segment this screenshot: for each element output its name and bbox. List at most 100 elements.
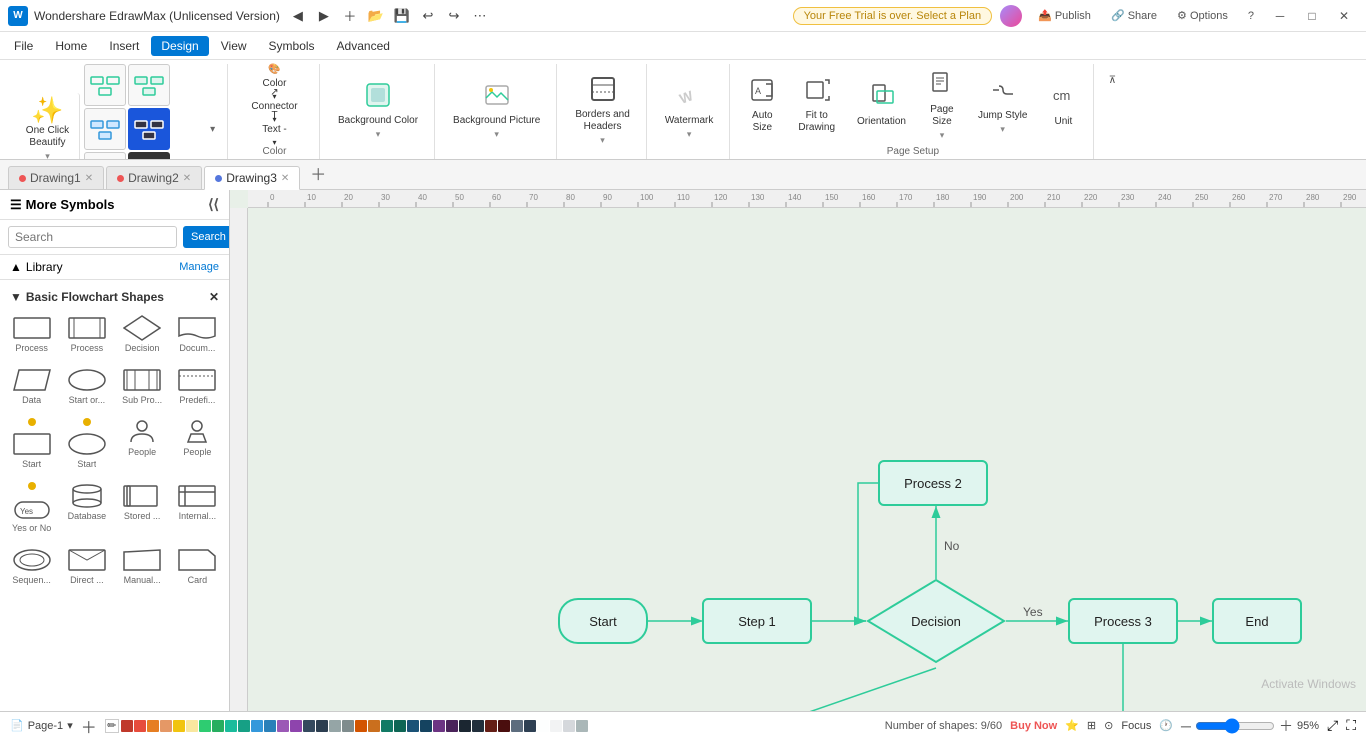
color-swatch[interactable] <box>329 720 341 732</box>
tab-drawing3[interactable]: Drawing3 ✕ <box>204 166 300 190</box>
menu-advanced[interactable]: Advanced <box>327 36 400 56</box>
color-swatch[interactable] <box>212 720 224 732</box>
node-process3[interactable]: Process 3 <box>1068 598 1178 644</box>
shape-card[interactable]: Card <box>172 542 223 590</box>
jump-style-btn[interactable]: Jump Style ▾ <box>970 72 1035 139</box>
shape-stored[interactable]: Stored ... <box>117 478 168 538</box>
color-swatch[interactable] <box>173 720 185 732</box>
redo-btn[interactable]: ↪ <box>442 4 466 28</box>
menu-home[interactable]: Home <box>45 36 97 56</box>
diagram-canvas[interactable]: No Yes Start <box>248 208 1366 711</box>
shape-document[interactable]: Docum... <box>172 310 223 358</box>
new-file-btn[interactable]: ＋ <box>338 4 362 28</box>
shape-sequence[interactable]: Sequen... <box>6 542 57 590</box>
section-close-icon[interactable]: ✕ <box>209 290 219 304</box>
close-btn[interactable]: ✕ <box>1330 6 1358 26</box>
menu-file[interactable]: File <box>4 36 43 56</box>
tab-close-1[interactable]: ✕ <box>85 173 93 184</box>
shape-direct[interactable]: Direct ... <box>61 542 112 590</box>
color-swatch[interactable] <box>355 720 367 732</box>
user-avatar[interactable] <box>1000 5 1022 27</box>
ribbon-collapse-btn[interactable]: ⊼ <box>1100 68 1124 92</box>
shape-people2[interactable]: People <box>172 414 223 474</box>
color-swatch[interactable] <box>498 720 510 732</box>
shape-start1[interactable]: Start <box>6 414 57 474</box>
zoom-out-btn[interactable]: ─ <box>1181 718 1191 734</box>
auto-size-btn[interactable]: A AutoSize <box>740 72 784 138</box>
shape-sub-process[interactable]: Sub Pro... <box>117 362 168 410</box>
theme-btn-5[interactable] <box>84 152 126 159</box>
orientation-btn[interactable]: Orientation <box>849 78 914 132</box>
search-button[interactable]: Search <box>183 226 230 248</box>
color-swatch[interactable] <box>147 720 159 732</box>
share-btn[interactable]: 🔗 Share <box>1103 6 1165 26</box>
bg-picture-btn[interactable]: Background Picture ▾ <box>445 77 548 144</box>
more-actions-btn[interactable]: ⋯ <box>468 4 492 28</box>
shape-yes-no[interactable]: Yes Yes or No <box>6 478 57 538</box>
color-swatch[interactable] <box>199 720 211 732</box>
zoom-in-btn[interactable]: ＋ <box>1279 716 1293 736</box>
color-swatch[interactable] <box>407 720 419 732</box>
color-swatch[interactable] <box>563 720 575 732</box>
undo-btn[interactable]: ↩ <box>416 4 440 28</box>
color-swatch[interactable] <box>420 720 432 732</box>
minimize-btn[interactable]: ─ <box>1266 6 1294 26</box>
text-btn[interactable]: T Text - ▾ <box>247 117 301 139</box>
focus-btn[interactable]: ⊙ <box>1104 719 1113 732</box>
color-swatch[interactable] <box>160 720 172 732</box>
color-swatch[interactable] <box>550 720 562 732</box>
ribbon-expand-btn[interactable]: ▾ <box>208 64 217 159</box>
color-swatch[interactable] <box>121 720 133 732</box>
color-swatch[interactable] <box>290 720 302 732</box>
shape-data[interactable]: Data <box>6 362 57 410</box>
shape-process1[interactable]: Process <box>6 310 57 358</box>
color-swatch[interactable] <box>303 720 315 732</box>
node-start[interactable]: Start <box>558 598 648 644</box>
shape-internal[interactable]: Internal... <box>172 478 223 538</box>
color-swatch[interactable] <box>472 720 484 732</box>
color-swatch[interactable] <box>446 720 458 732</box>
node-process2[interactable]: Process 2 <box>878 460 988 506</box>
color-swatch[interactable] <box>511 720 523 732</box>
maximize-btn[interactable]: □ <box>1298 6 1326 26</box>
shape-decision[interactable]: Decision <box>117 310 168 358</box>
color-swatch[interactable] <box>238 720 250 732</box>
node-end[interactable]: End <box>1212 598 1302 644</box>
borders-btn[interactable]: Borders andHeaders ▾ <box>567 71 637 150</box>
color-swatch[interactable] <box>485 720 497 732</box>
watermark-btn[interactable]: W Watermark ▾ <box>657 77 722 144</box>
fit-page-btn[interactable]: ⤢ <box>1327 717 1338 734</box>
color-swatch[interactable] <box>186 720 198 732</box>
theme-more-btn[interactable] <box>128 152 170 159</box>
color-swatch[interactable] <box>459 720 471 732</box>
menu-symbols[interactable]: Symbols <box>259 36 325 56</box>
shape-process2[interactable]: Process <box>61 310 112 358</box>
layers-icon[interactable]: ⊞ <box>1087 719 1096 732</box>
color-swatch[interactable] <box>134 720 146 732</box>
tab-close-3[interactable]: ✕ <box>281 173 289 184</box>
color-swatch[interactable] <box>524 720 536 732</box>
color-swatch[interactable] <box>225 720 237 732</box>
menu-view[interactable]: View <box>211 36 257 56</box>
shape-database[interactable]: Database <box>61 478 112 538</box>
node-decision-wrapper[interactable]: Decision <box>866 578 1006 664</box>
color-swatch[interactable] <box>368 720 380 732</box>
zoom-slider[interactable] <box>1195 718 1275 734</box>
theme-btn-2[interactable] <box>128 64 170 106</box>
shape-manual[interactable]: Manual... <box>117 542 168 590</box>
options-btn[interactable]: ⚙ Options <box>1169 6 1236 26</box>
unit-btn[interactable]: cm Unit <box>1041 78 1085 132</box>
color-swatch[interactable] <box>576 720 588 732</box>
library-toggle[interactable]: ▲ Library <box>10 260 63 274</box>
color-swatch[interactable] <box>381 720 393 732</box>
tab-close-2[interactable]: ✕ <box>183 173 191 184</box>
theme-btn-1[interactable] <box>84 64 126 106</box>
theme-btn-3[interactable] <box>84 108 126 150</box>
add-page-btn[interactable]: ＋ <box>81 714 97 738</box>
open-file-btn[interactable]: 📂 <box>364 4 388 28</box>
color-swatch[interactable] <box>433 720 445 732</box>
color-swatch[interactable] <box>537 720 549 732</box>
fit-drawing-btn[interactable]: Fit toDrawing <box>790 72 843 138</box>
fullscreen-btn[interactable]: ⛶ <box>1346 717 1356 734</box>
shape-start-or[interactable]: Start or... <box>61 362 112 410</box>
